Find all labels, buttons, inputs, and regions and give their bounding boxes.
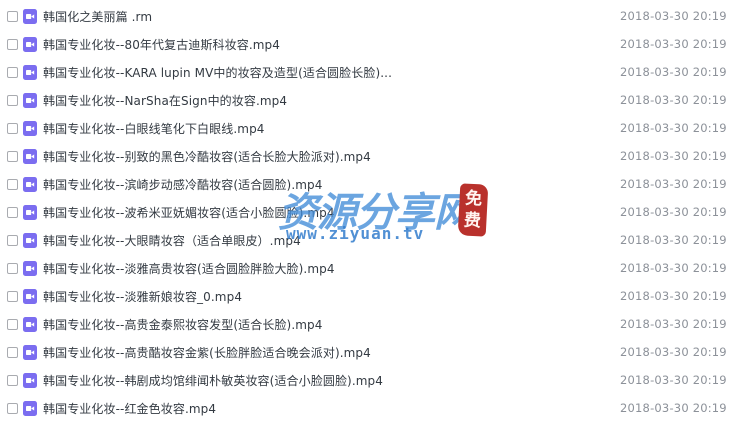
file-modified-date: 2018-03-30 20:19 <box>620 65 727 79</box>
file-name[interactable]: 韩国专业化妆--KARA lupin MV中的妆容及造型(适合圆脸长脸)... <box>43 64 392 81</box>
file-row-5[interactable]: 韩国专业化妆--白眼线笔化下白眼线.mp4 2018-03-30 20:19 <box>0 114 750 142</box>
video-file-icon <box>23 36 37 52</box>
file-name[interactable]: 韩国专业化妆--滨崎步动感冷酷妆容(适合圆脸).mp4 <box>43 176 322 193</box>
file-row-4[interactable]: 韩国专业化妆--NarSha在Sign中的妆容.mp4 2018-03-30 2… <box>0 86 750 114</box>
file-name[interactable]: 韩国专业化妆--波希米亚妩媚妆容(适合小脸圆脸).mp4 <box>43 204 335 221</box>
file-row-6[interactable]: 韩国专业化妆--别致的黑色冷酷妆容(适合长脸大脸派对).mp4 2018-03-… <box>0 142 750 170</box>
file-modified-date: 2018-03-30 20:19 <box>620 233 727 247</box>
video-file-icon <box>23 316 37 332</box>
row-checkbox[interactable] <box>7 346 18 358</box>
video-file-icon <box>23 64 37 80</box>
file-name[interactable]: 韩国专业化妆--NarSha在Sign中的妆容.mp4 <box>43 92 287 109</box>
file-modified-date: 2018-03-30 20:19 <box>620 289 727 303</box>
row-checkbox[interactable] <box>7 66 18 78</box>
file-modified-date: 2018-03-30 20:19 <box>620 177 727 191</box>
file-name[interactable]: 韩国专业化妆--淡雅新娘妆容_0.mp4 <box>43 288 242 305</box>
file-row-15[interactable]: 韩国专业化妆--红金色妆容.mp4 2018-03-30 20:19 <box>0 394 750 422</box>
row-checkbox[interactable] <box>7 374 18 386</box>
row-checkbox[interactable] <box>7 206 18 218</box>
video-file-icon <box>23 372 37 388</box>
file-modified-date: 2018-03-30 20:19 <box>620 317 727 331</box>
video-file-icon <box>23 260 37 276</box>
file-modified-date: 2018-03-30 20:19 <box>620 373 727 387</box>
file-name[interactable]: 韩国专业化妆--高贵酷妆容金紫(长脸胖脸适合晚会派对).mp4 <box>43 344 371 361</box>
row-checkbox[interactable] <box>7 122 18 134</box>
row-checkbox[interactable] <box>7 290 18 302</box>
file-row-10[interactable]: 韩国专业化妆--淡雅高贵妆容(适合圆脸胖脸大脸).mp4 2018-03-30 … <box>0 254 750 282</box>
video-file-icon <box>23 92 37 108</box>
video-file-icon <box>23 120 37 136</box>
video-file-icon <box>23 288 37 304</box>
file-name[interactable]: 韩国专业化妆--韩剧成均馆绯闻朴敏英妆容(适合小脸圆脸).mp4 <box>43 372 383 389</box>
video-file-icon <box>23 176 37 192</box>
row-checkbox[interactable] <box>7 38 18 50</box>
file-name[interactable]: 韩国专业化妆--红金色妆容.mp4 <box>43 400 216 417</box>
file-row-14[interactable]: 韩国专业化妆--韩剧成均馆绯闻朴敏英妆容(适合小脸圆脸).mp4 2018-03… <box>0 366 750 394</box>
video-file-icon <box>23 344 37 360</box>
video-file-icon <box>23 232 37 248</box>
file-name[interactable]: 韩国专业化妆--80年代复古迪斯科妆容.mp4 <box>43 36 280 53</box>
file-row-3[interactable]: 韩国专业化妆--KARA lupin MV中的妆容及造型(适合圆脸长脸)... … <box>0 58 750 86</box>
file-modified-date: 2018-03-30 20:19 <box>620 9 727 23</box>
row-checkbox[interactable] <box>7 318 18 330</box>
row-checkbox[interactable] <box>7 94 18 106</box>
file-modified-date: 2018-03-30 20:19 <box>620 401 727 415</box>
file-name[interactable]: 韩国专业化妆--淡雅高贵妆容(适合圆脸胖脸大脸).mp4 <box>43 260 335 277</box>
file-name[interactable]: 韩国专业化妆--白眼线笔化下白眼线.mp4 <box>43 120 265 137</box>
file-row-1[interactable]: 韩国化之美丽篇 .rm 2018-03-30 20:19 <box>0 2 750 30</box>
file-modified-date: 2018-03-30 20:19 <box>620 345 727 359</box>
video-file-icon <box>23 204 37 220</box>
video-file-icon <box>23 8 37 24</box>
file-row-7[interactable]: 韩国专业化妆--滨崎步动感冷酷妆容(适合圆脸).mp4 2018-03-30 2… <box>0 170 750 198</box>
file-name[interactable]: 韩国化之美丽篇 .rm <box>43 8 152 25</box>
file-row-2[interactable]: 韩国专业化妆--80年代复古迪斯科妆容.mp4 2018-03-30 20:19 <box>0 30 750 58</box>
file-modified-date: 2018-03-30 20:19 <box>620 121 727 135</box>
file-row-11[interactable]: 韩国专业化妆--淡雅新娘妆容_0.mp4 2018-03-30 20:19 <box>0 282 750 310</box>
file-modified-date: 2018-03-30 20:19 <box>620 37 727 51</box>
file-name[interactable]: 韩国专业化妆--大眼睛妆容（适合单眼皮）.mp4 <box>43 232 301 249</box>
row-checkbox[interactable] <box>7 402 18 414</box>
video-file-icon <box>23 400 37 416</box>
file-name[interactable]: 韩国专业化妆--高贵金泰熙妆容发型(适合长脸).mp4 <box>43 316 322 333</box>
file-row-8[interactable]: 韩国专业化妆--波希米亚妩媚妆容(适合小脸圆脸).mp4 2018-03-30 … <box>0 198 750 226</box>
row-checkbox[interactable] <box>7 234 18 246</box>
file-row-9[interactable]: 韩国专业化妆--大眼睛妆容（适合单眼皮）.mp4 2018-03-30 20:1… <box>0 226 750 254</box>
row-checkbox[interactable] <box>7 178 18 190</box>
file-list: 韩国化之美丽篇 .rm 2018-03-30 20:19 韩国专业化妆--80年… <box>0 0 750 422</box>
file-modified-date: 2018-03-30 20:19 <box>620 261 727 275</box>
file-modified-date: 2018-03-30 20:19 <box>620 93 727 107</box>
row-checkbox[interactable] <box>7 10 18 22</box>
row-checkbox[interactable] <box>7 262 18 274</box>
video-file-icon <box>23 148 37 164</box>
file-modified-date: 2018-03-30 20:19 <box>620 205 727 219</box>
row-checkbox[interactable] <box>7 150 18 162</box>
file-name[interactable]: 韩国专业化妆--别致的黑色冷酷妆容(适合长脸大脸派对).mp4 <box>43 148 371 165</box>
file-row-13[interactable]: 韩国专业化妆--高贵酷妆容金紫(长脸胖脸适合晚会派对).mp4 2018-03-… <box>0 338 750 366</box>
file-modified-date: 2018-03-30 20:19 <box>620 149 727 163</box>
file-row-12[interactable]: 韩国专业化妆--高贵金泰熙妆容发型(适合长脸).mp4 2018-03-30 2… <box>0 310 750 338</box>
